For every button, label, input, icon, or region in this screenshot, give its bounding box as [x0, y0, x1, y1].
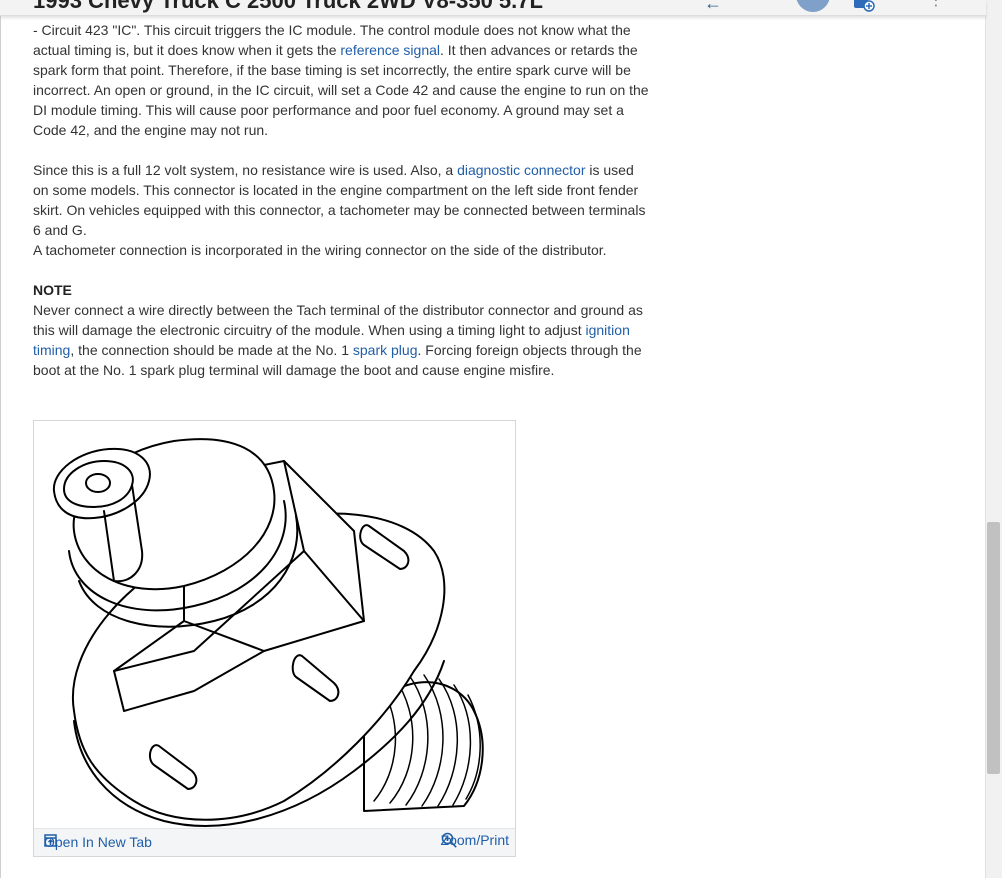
open-in-new-tab-label: Open In New Tab	[44, 834, 152, 850]
paragraph-diagnostic-connector: Since this is a full 12 volt system, no …	[33, 162, 646, 258]
note-label: NOTE	[33, 282, 72, 298]
scrollbar-thumb[interactable]	[987, 522, 1000, 774]
paragraph-circuit-423: - Circuit 423 "IC". This circuit trigger…	[33, 22, 649, 138]
note-block: NOTE Never connect a wire directly betwe…	[33, 280, 653, 380]
frame-left-border	[0, 0, 1, 878]
diagnostic-connector-link[interactable]: diagnostic connector	[457, 162, 585, 178]
article-body: - Circuit 423 "IC". This circuit trigger…	[33, 20, 653, 400]
back-arrow-icon[interactable]: ←	[704, 0, 724, 13]
figure-footer: Open In New Tab Zoom/Print	[34, 828, 515, 856]
zoom-in-icon	[441, 832, 457, 848]
open-new-tab-icon	[44, 834, 57, 847]
open-in-new-tab-button[interactable]: Open In New Tab	[44, 834, 152, 850]
document-title: 1993 Chevy Truck C 2500 Truck 2WD V8-350…	[33, 0, 543, 13]
knock-sensor-illustration	[52, 438, 484, 827]
add-to-list-icon[interactable]	[852, 0, 876, 12]
document-header-bar: 1993 Chevy Truck C 2500 Truck 2WD V8-350…	[0, 0, 986, 16]
reference-signal-link[interactable]: reference signal	[340, 42, 440, 58]
more-icon[interactable]: ⋮	[928, 0, 944, 10]
figure-panel: Open In New Tab Zoom/Print	[33, 420, 516, 857]
zoom-print-button[interactable]: Zoom/Print	[441, 832, 509, 848]
user-avatar-icon[interactable]	[796, 0, 830, 12]
spark-plug-link[interactable]: spark plug	[353, 342, 418, 358]
